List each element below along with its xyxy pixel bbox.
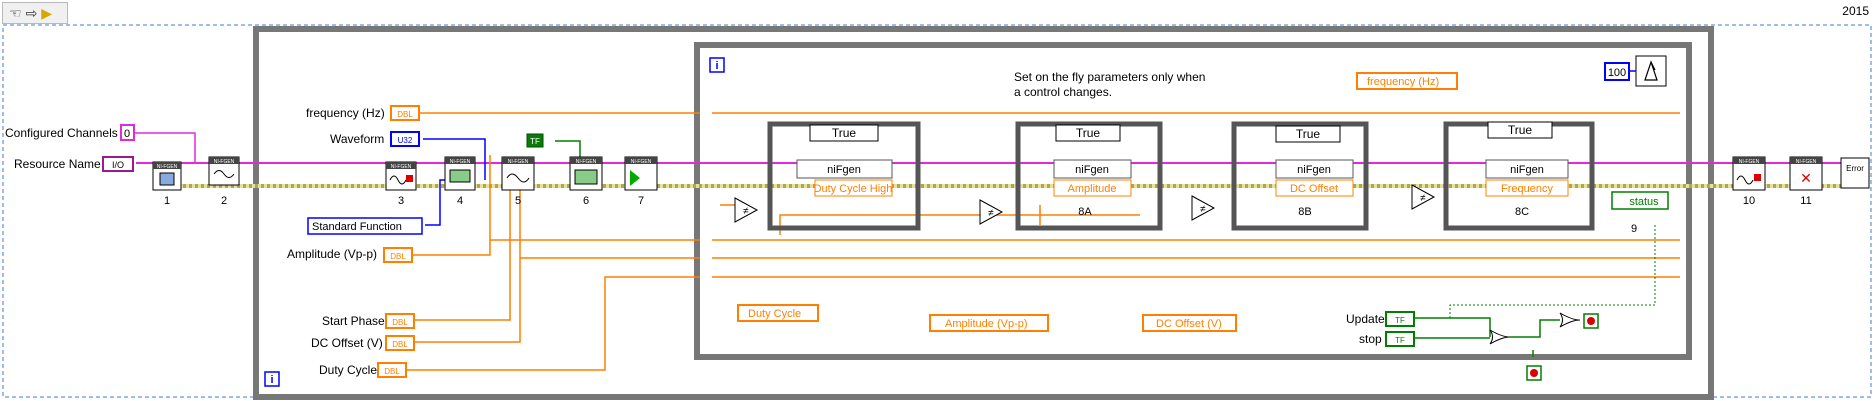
svg-text:niFgen: niFgen	[1297, 164, 1331, 176]
svg-text:NI-FGEN: NI-FGEN	[631, 159, 652, 165]
svg-text:≠: ≠	[743, 206, 749, 217]
comment-line1: Set on the fly parameters only when	[1014, 70, 1205, 84]
fgen-node-4: NI-FGEN 4	[444, 156, 476, 207]
fgen-node-10: NI-FGEN 10	[1732, 156, 1766, 207]
property-duty-cycle-high: Duty Cycle High	[814, 183, 893, 195]
wait-ms-constant: 100	[1608, 67, 1626, 79]
svg-text:Amplitude (Vp-p): Amplitude (Vp-p)	[945, 318, 1028, 330]
property-amplitude: Amplitude	[1068, 183, 1117, 195]
fgen-node-11: NI-FGEN ✕ 11	[1789, 156, 1823, 207]
waveform-label: Waveform	[330, 132, 384, 146]
fgen-node-3: NI-FGEN 3	[385, 161, 417, 207]
svg-text:True: True	[1076, 126, 1101, 140]
frequency-label: frequency (Hz)	[306, 106, 385, 120]
svg-text:niFgen: niFgen	[827, 164, 861, 176]
node-number-6: 6	[583, 195, 589, 207]
svg-text:NI-FGEN: NI-FGEN	[1796, 159, 1817, 165]
fgen-node-1: NI-FGEN 1	[152, 161, 182, 207]
amplitude-label: Amplitude (Vp-p)	[287, 247, 377, 261]
svg-text:✕: ✕	[1800, 170, 1812, 186]
sequence-info-icon: i	[270, 374, 273, 386]
svg-text:Duty Cycle: Duty Cycle	[748, 308, 801, 320]
compare-amplitude: ≠	[979, 199, 1004, 225]
svg-text:True: True	[1508, 123, 1533, 137]
node-number-10: 10	[1743, 195, 1755, 207]
fgen-node-6: NI-FGEN 6	[569, 156, 603, 207]
duty-cycle-label: Duty Cycle	[319, 363, 377, 377]
node-number-5: 5	[515, 195, 521, 207]
loop-info-icon: i	[715, 60, 718, 72]
svg-text:≠: ≠	[1420, 193, 1426, 204]
node-number-11: 11	[1800, 195, 1811, 207]
svg-text:DC Offset (V): DC Offset (V)	[1156, 318, 1222, 330]
svg-text:NI-FGEN: NI-FGEN	[214, 159, 235, 165]
svg-text:NI-FGEN: NI-FGEN	[576, 159, 597, 165]
block-diagram: i i 100 Set on the fly parameters only w…	[2, 24, 1872, 400]
case-structure-frequency: True niFgen Frequency 8C	[1443, 121, 1595, 231]
node-number-1: 1	[164, 195, 170, 207]
configured-channels-label: Configured Channels	[5, 126, 118, 140]
node-number-3: 3	[398, 195, 404, 207]
svg-text:DBL: DBL	[392, 318, 408, 327]
svg-text:NI-FGEN: NI-FGEN	[391, 164, 412, 170]
node-number-7: 7	[638, 195, 644, 207]
node-number-8b: 8B	[1298, 206, 1311, 218]
svg-text:DBL: DBL	[384, 367, 400, 376]
resource-name-label: Resource Name	[14, 157, 101, 171]
svg-text:Standard Function: Standard Function	[312, 221, 402, 233]
svg-text:NI-FGEN: NI-FGEN	[1739, 159, 1760, 165]
fgen-node-7: NI-FGEN 7	[624, 156, 658, 207]
svg-text:True: True	[832, 126, 857, 140]
svg-text:status: status	[1629, 196, 1659, 208]
svg-text:NI-FGEN: NI-FGEN	[450, 159, 471, 165]
svg-text:DBL: DBL	[392, 340, 408, 349]
svg-text:True: True	[1296, 127, 1321, 141]
svg-text:NI-FGEN: NI-FGEN	[508, 159, 529, 165]
compare-offset: ≠	[1191, 195, 1216, 221]
or-gate-1	[1489, 329, 1511, 345]
svg-text:U32: U32	[398, 136, 413, 145]
case-structure-offset: True niFgen DC Offset 8B	[1231, 121, 1369, 231]
compare-frequency: ≠	[1411, 184, 1436, 210]
svg-text:TF: TF	[530, 137, 540, 146]
svg-text:TF: TF	[1395, 316, 1405, 325]
compare-duty: ≠	[734, 197, 759, 223]
node-number-8a: 8A	[1078, 206, 1092, 218]
node-number-8c: 8C	[1515, 206, 1529, 218]
case-structure-duty: True niFgen Duty Cycle High	[767, 121, 921, 231]
svg-text:≠: ≠	[1200, 204, 1206, 215]
svg-text:NI-FGEN: NI-FGEN	[157, 164, 178, 170]
error-out-icon	[1840, 157, 1870, 189]
svg-text:≠: ≠	[988, 208, 994, 219]
svg-text:DBL: DBL	[397, 110, 413, 119]
or-gate-2	[1559, 312, 1581, 328]
svg-text:I/O: I/O	[112, 160, 124, 170]
fgen-node-5: NI-FGEN 5	[501, 156, 535, 207]
dc-offset-label: DC Offset (V)	[311, 336, 383, 350]
svg-text:niFgen: niFgen	[1075, 164, 1109, 176]
svg-text:0: 0	[124, 128, 130, 140]
svg-text:DBL: DBL	[390, 252, 406, 261]
node-number-4: 4	[457, 195, 463, 207]
fgen-node-2: NI-FGEN 2	[208, 156, 240, 207]
svg-text:frequency (Hz): frequency (Hz)	[1367, 76, 1439, 88]
comment-line2: a control changes.	[1014, 85, 1112, 99]
node-number-2: 2	[221, 195, 227, 207]
property-dc-offset: DC Offset	[1290, 183, 1338, 195]
stop-label: stop	[1359, 332, 1382, 346]
start-phase-label: Start Phase	[322, 314, 385, 328]
property-frequency: Frequency	[1501, 183, 1553, 195]
node-number-9: 9	[1631, 223, 1637, 235]
svg-text:Error: Error	[1846, 164, 1864, 173]
svg-text:TF: TF	[1395, 336, 1405, 345]
svg-text:niFgen: niFgen	[1510, 164, 1544, 176]
update-label: Update	[1346, 312, 1385, 326]
